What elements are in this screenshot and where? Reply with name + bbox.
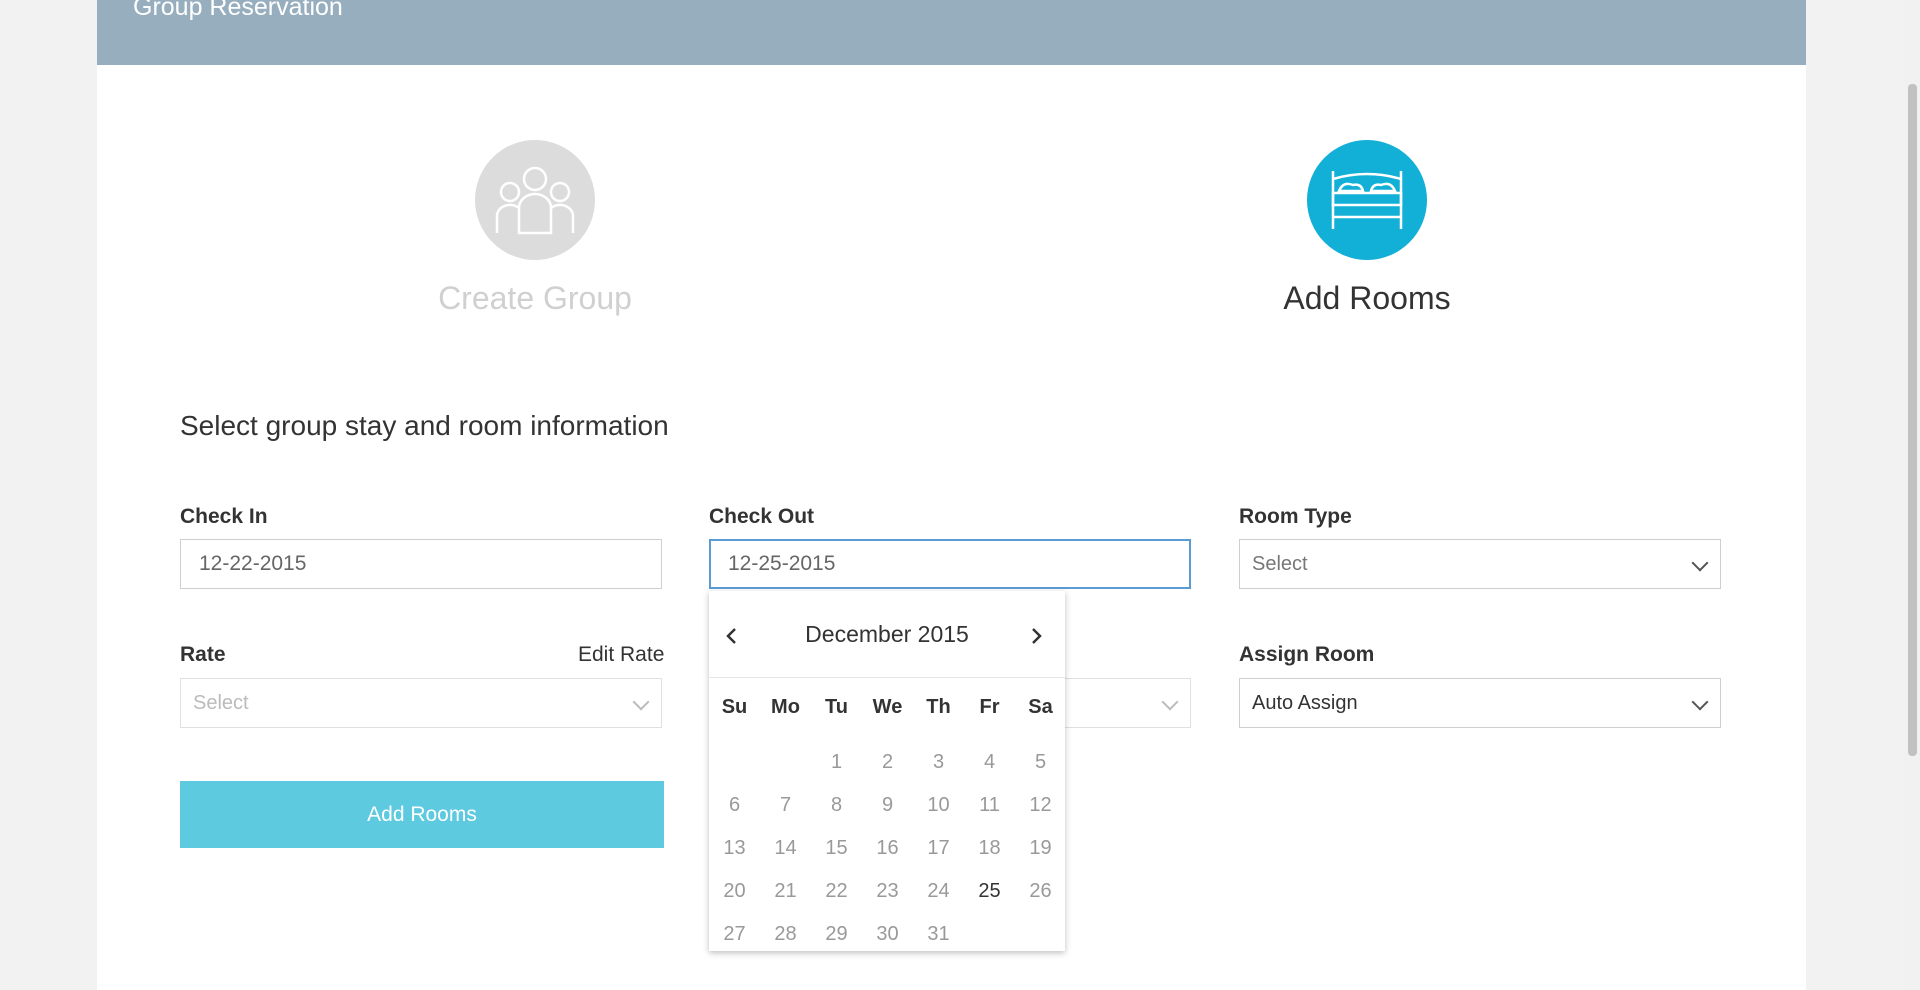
weekday-header: We — [872, 696, 903, 718]
calendar-day[interactable]: 25 — [964, 870, 1015, 913]
assign-room-select[interactable]: Auto Assign — [1239, 678, 1721, 728]
calendar-day[interactable]: 21 — [760, 870, 811, 913]
calendar-day[interactable]: 10 — [913, 784, 964, 827]
calendar-day[interactable]: 8 — [811, 784, 862, 827]
page-title: Group Reservation — [133, 0, 343, 21]
calendar-day[interactable]: 26 — [1015, 870, 1066, 913]
calendar-day[interactable]: 27 — [709, 913, 760, 956]
rate-label: Rate — [180, 643, 226, 666]
calendar-day[interactable]: 13 — [709, 827, 760, 870]
bed-icon — [1331, 171, 1403, 229]
date-picker-calendar: December 2015 Su Mo Tu We Th Fr Sa 1 2 3 4 5 6 7 8 9 10 1… — [709, 591, 1065, 951]
section-title: Select group stay and room information — [180, 410, 669, 441]
scrollbar-thumb[interactable] — [1908, 84, 1917, 756]
calendar-day[interactable]: 24 — [913, 870, 964, 913]
chevron-down-icon — [1691, 693, 1709, 711]
room-type-select[interactable]: Select — [1239, 539, 1721, 589]
calendar-day[interactable]: 11 — [964, 784, 1015, 827]
calendar-empty-cell — [709, 741, 760, 784]
chevron-right-icon[interactable] — [1021, 621, 1051, 651]
calendar-divider — [709, 677, 1065, 678]
step-add-rooms-label: Add Rooms — [1283, 280, 1451, 316]
step-create-group[interactable]: Create Group — [385, 140, 685, 318]
calendar-empty-cell — [964, 913, 1015, 956]
weekday-header: Su — [721, 696, 748, 718]
add-rooms-button[interactable]: Add Rooms — [180, 781, 664, 848]
calendar-day[interactable]: 29 — [811, 913, 862, 956]
check-out-input[interactable]: 12-25-2015 — [709, 539, 1191, 589]
calendar-day[interactable]: 28 — [760, 913, 811, 956]
calendar-empty-cell — [1015, 913, 1066, 956]
calendar-empty-cell — [760, 741, 811, 784]
rate-select[interactable]: Select — [180, 678, 662, 728]
weekday-header: Th — [926, 696, 951, 718]
header-bar: Group Reservation — [97, 0, 1806, 65]
weekday-header: Fr — [979, 696, 1000, 718]
room-type-label: Room Type — [1239, 505, 1352, 528]
calendar-day[interactable]: 5 — [1015, 741, 1066, 784]
calendar-day[interactable]: 1 — [811, 741, 862, 784]
weekday-header: Mo — [771, 696, 800, 718]
calendar-day[interactable]: 17 — [913, 827, 964, 870]
weekday-header: Sa — [1028, 696, 1053, 718]
group-icon — [495, 166, 575, 235]
calendar-day[interactable]: 22 — [811, 870, 862, 913]
calendar-day[interactable]: 31 — [913, 913, 964, 956]
calendar-day[interactable]: 12 — [1015, 784, 1066, 827]
chevron-down-icon — [632, 693, 650, 711]
calendar-day[interactable]: 4 — [964, 741, 1015, 784]
check-in-input[interactable]: 12-22-2015 — [180, 539, 662, 589]
calendar-day[interactable]: 14 — [760, 827, 811, 870]
assign-room-value: Auto Assign — [1252, 692, 1358, 714]
calendar-day[interactable]: 2 — [862, 741, 913, 784]
calendar-day[interactable]: 7 — [760, 784, 811, 827]
calendar-day[interactable]: 3 — [913, 741, 964, 784]
step-add-rooms-circle — [1307, 140, 1427, 260]
calendar-header: December 2015 — [709, 591, 1065, 671]
step-create-group-circle — [475, 140, 595, 260]
chevron-down-icon — [1691, 554, 1709, 572]
calendar-day[interactable]: 6 — [709, 784, 760, 827]
calendar-day[interactable]: 15 — [811, 827, 862, 870]
calendar-day[interactable]: 16 — [862, 827, 913, 870]
calendar-day[interactable]: 9 — [862, 784, 913, 827]
chevron-down-icon — [1161, 693, 1179, 711]
check-out-label: Check Out — [709, 505, 815, 528]
main-panel: Group Reservation Create Group Add Rooms… — [97, 0, 1806, 990]
step-create-group-label: Create Group — [438, 280, 632, 316]
calendar-day[interactable]: 20 — [709, 870, 760, 913]
calendar-month-title: December 2015 — [805, 621, 969, 647]
calendar-day[interactable]: 30 — [862, 913, 913, 956]
page-scrollbar[interactable] — [1905, 0, 1920, 990]
calendar-day[interactable]: 19 — [1015, 827, 1066, 870]
calendar-day[interactable]: 18 — [964, 827, 1015, 870]
assign-room-label: Assign Room — [1239, 643, 1375, 666]
check-in-label: Check In — [180, 505, 268, 528]
chevron-left-icon[interactable] — [717, 621, 747, 651]
edit-rate-link[interactable]: Edit Rate — [578, 643, 664, 667]
step-add-rooms[interactable]: Add Rooms — [1217, 140, 1517, 318]
rate-value: Select — [193, 692, 249, 714]
calendar-day[interactable]: 23 — [862, 870, 913, 913]
calendar-grid: Su Mo Tu We Th Fr Sa 1 2 3 4 5 6 7 8 9 10 11 12 13 14 15 16 17 1… — [709, 691, 1065, 956]
room-type-value: Select — [1252, 553, 1308, 575]
weekday-header: Tu — [825, 696, 848, 718]
